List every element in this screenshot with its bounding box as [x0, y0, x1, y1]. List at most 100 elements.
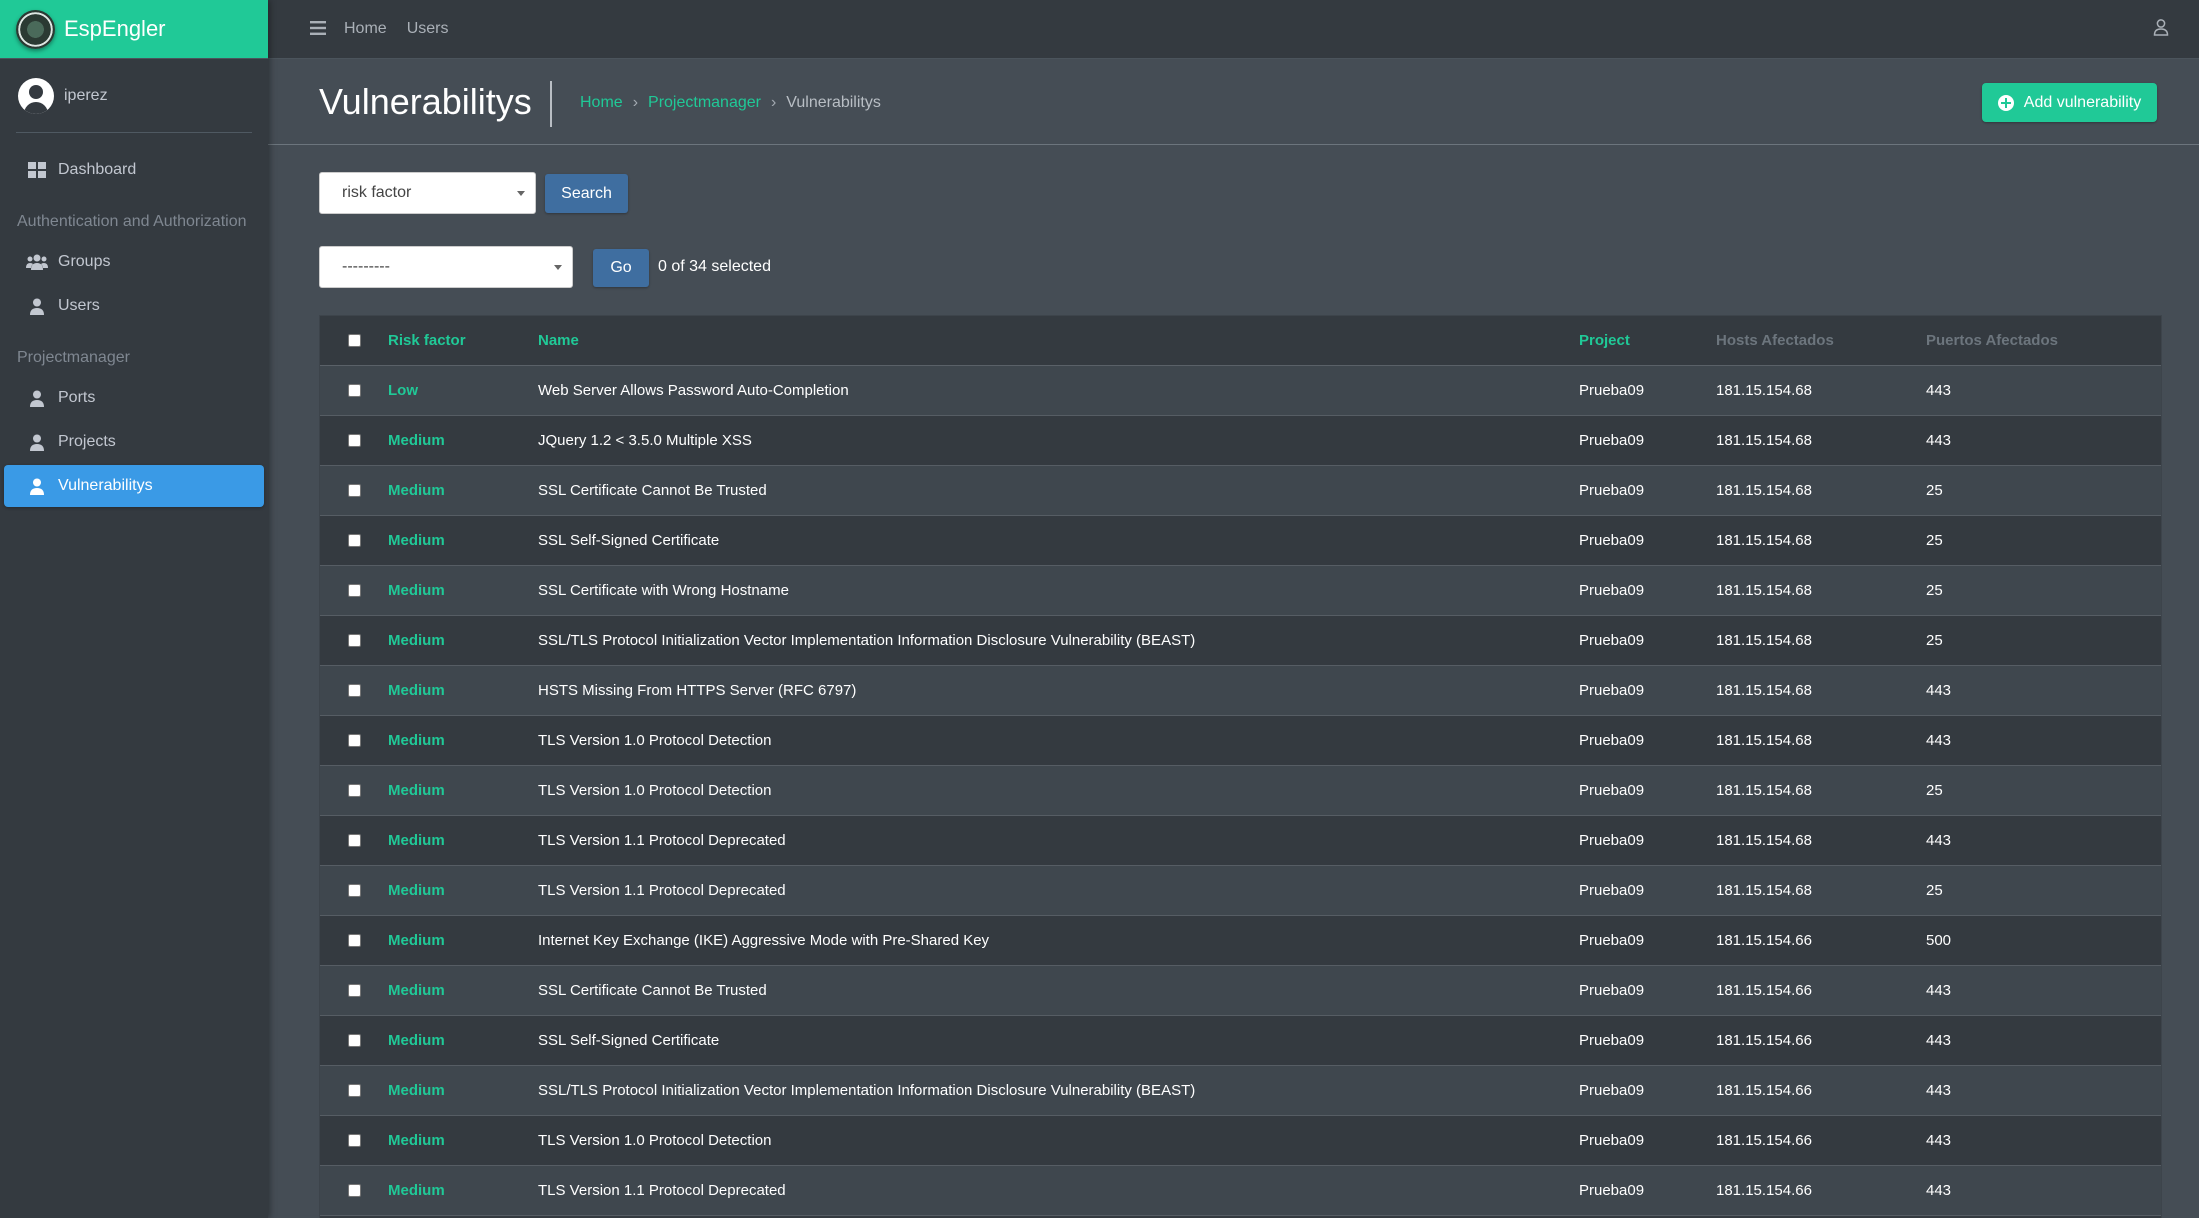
- row-checkbox[interactable]: [347, 1034, 361, 1048]
- risk-factor-link[interactable]: Medium: [388, 515, 538, 565]
- row-select-cell: [320, 715, 388, 765]
- risk-factor-link[interactable]: Medium: [388, 915, 538, 965]
- project-name: Prueba09: [1579, 781, 1645, 799]
- row-checkbox[interactable]: [347, 634, 361, 648]
- project-name: Prueba09: [1579, 631, 1645, 649]
- table-row: Medium TLS Version 1.1 Protocol Deprecate…: [320, 1165, 2161, 1215]
- row-checkbox[interactable]: [347, 734, 361, 748]
- risk-factor-link[interactable]: Medium: [388, 565, 538, 615]
- row-checkbox[interactable]: [347, 884, 361, 898]
- risk-factor-link[interactable]: Medium: [388, 715, 538, 765]
- row-checkbox[interactable]: [347, 584, 361, 598]
- sidebar-item-users[interactable]: Users: [4, 285, 264, 327]
- vulnerability-name: SSL Certificate Cannot Be Trusted: [538, 481, 767, 499]
- table-row: Medium SSL Certificate with Wrong Hostnam…: [320, 565, 2161, 615]
- hamburger-menu-icon[interactable]: [310, 19, 326, 40]
- project-name: Prueba09: [1579, 981, 1645, 999]
- risk-factor-link[interactable]: Medium: [388, 415, 538, 465]
- project-name: Prueba09: [1579, 531, 1645, 549]
- sidebar-item-ports[interactable]: Ports: [4, 377, 264, 419]
- table-row: Medium SSL Self-Signed Certificate Prueba0…: [320, 515, 2161, 565]
- row-checkbox[interactable]: [347, 1084, 361, 1098]
- project-name: Prueba09: [1579, 681, 1645, 699]
- sidebar-item-dashboard[interactable]: Dashboard: [4, 149, 264, 191]
- risk-factor-link[interactable]: Medium: [388, 665, 538, 715]
- table-row: Medium TLS Version 1.1 Protocol Deprecate…: [320, 815, 2161, 865]
- risk-factor-link[interactable]: Medium: [388, 815, 538, 865]
- row-select-cell: [320, 1115, 388, 1165]
- go-button[interactable]: Go: [593, 249, 649, 287]
- brand-link[interactable]: EspEngler: [0, 0, 268, 59]
- port-number: 25: [1926, 531, 1943, 549]
- vulnerability-name: TLS Version 1.0 Protocol Detection: [538, 731, 772, 749]
- row-checkbox[interactable]: [347, 434, 361, 448]
- vulnerability-name: Internet Key Exchange (IKE) Aggressive M…: [538, 931, 990, 949]
- breadcrumb-projectmanager[interactable]: Projectmanager: [648, 94, 761, 112]
- row-checkbox[interactable]: [347, 1134, 361, 1148]
- risk-factor-link[interactable]: Medium: [388, 965, 538, 1015]
- vulnerabilities-table: Risk factor Name Project Hosts Afectados…: [319, 315, 2162, 1218]
- column-header-project[interactable]: Project: [1579, 316, 1716, 366]
- table-body: Low Web Server Allows Password Auto-Compl…: [320, 365, 2161, 1215]
- port-number: 443: [1926, 1131, 1952, 1149]
- row-checkbox[interactable]: [347, 1184, 361, 1198]
- row-checkbox[interactable]: [347, 534, 361, 548]
- risk-factor-link[interactable]: Medium: [388, 615, 538, 665]
- dashboard-icon: [26, 161, 48, 179]
- row-checkbox[interactable]: [347, 934, 361, 948]
- user-panel[interactable]: iperez: [16, 59, 252, 133]
- row-checkbox[interactable]: [347, 484, 361, 498]
- row-checkbox[interactable]: [347, 684, 361, 698]
- vulnerability-name: Web Server Allows Password Auto-Completi…: [538, 381, 849, 399]
- row-checkbox[interactable]: [347, 784, 361, 798]
- sidebar-item-projects[interactable]: Projects: [4, 421, 264, 463]
- risk-factor-link[interactable]: Medium: [388, 1115, 538, 1165]
- risk-factor-link[interactable]: Medium: [388, 1065, 538, 1115]
- column-header-hosts: Hosts Afectados: [1716, 316, 1926, 366]
- risk-factor-link[interactable]: Medium: [388, 1165, 538, 1215]
- vulnerability-name: SSL/TLS Protocol Initialization Vector I…: [538, 631, 1196, 649]
- project-name: Prueba09: [1579, 481, 1645, 499]
- add-vulnerability-button[interactable]: Add vulnerability: [1982, 83, 2157, 122]
- sidebar-item-groups[interactable]: Groups: [4, 241, 264, 283]
- select-all-checkbox[interactable]: [347, 334, 361, 348]
- row-select-cell: [320, 965, 388, 1015]
- search-button[interactable]: Search: [545, 174, 628, 213]
- sidebar-item-vulnerabilitys[interactable]: Vulnerabilitys: [4, 465, 264, 507]
- search-field-value: risk factor: [342, 184, 412, 201]
- column-header-ports: Puertos Afectados: [1926, 316, 2161, 366]
- column-header-name[interactable]: Name: [538, 316, 1579, 366]
- action-select[interactable]: ---------: [319, 246, 573, 288]
- row-checkbox[interactable]: [347, 984, 361, 998]
- selected-count: 0 of 34 selected: [658, 258, 771, 275]
- project-name: Prueba09: [1579, 1131, 1645, 1149]
- row-checkbox[interactable]: [347, 384, 361, 398]
- host-address: 181.15.154.66: [1716, 981, 1812, 999]
- risk-factor-link[interactable]: Medium: [388, 465, 538, 515]
- table-row: Medium JQuery 1.2 < 3.5.0 Multiple XSS Pru…: [320, 415, 2161, 465]
- sidebar-item-label: Users: [58, 297, 100, 314]
- plus-circle-icon: [1997, 94, 2014, 111]
- port-number: 443: [1926, 1181, 1952, 1199]
- breadcrumb-separator: ›: [632, 94, 639, 111]
- row-select-cell: [320, 1065, 388, 1115]
- risk-factor-link[interactable]: Medium: [388, 865, 538, 915]
- risk-factor-link[interactable]: Medium: [388, 1015, 538, 1065]
- vulnerability-name: TLS Version 1.0 Protocol Detection: [538, 1131, 772, 1149]
- account-icon[interactable]: [2153, 19, 2169, 41]
- host-address: 181.15.154.68: [1716, 881, 1812, 899]
- breadcrumb-home[interactable]: Home: [580, 94, 623, 112]
- user-name[interactable]: iperez: [64, 87, 108, 105]
- row-checkbox[interactable]: [347, 834, 361, 848]
- topbar-home-link[interactable]: Home: [344, 20, 387, 38]
- search-field-select[interactable]: risk factor: [319, 172, 536, 214]
- column-header-risk[interactable]: Risk factor: [388, 316, 538, 366]
- table-header-row: Risk factor Name Project Hosts Afectados…: [320, 316, 2161, 366]
- vulnerability-name: TLS Version 1.1 Protocol Deprecated: [538, 831, 786, 849]
- risk-factor-link[interactable]: Medium: [388, 765, 538, 815]
- sidebar-item-label: Ports: [58, 389, 96, 406]
- breadcrumb-separator: ›: [770, 94, 777, 111]
- table-row: Medium SSL/TLS Protocol Initialization Ve…: [320, 615, 2161, 665]
- risk-factor-link[interactable]: Low: [388, 365, 538, 415]
- topbar-users-link[interactable]: Users: [407, 20, 449, 38]
